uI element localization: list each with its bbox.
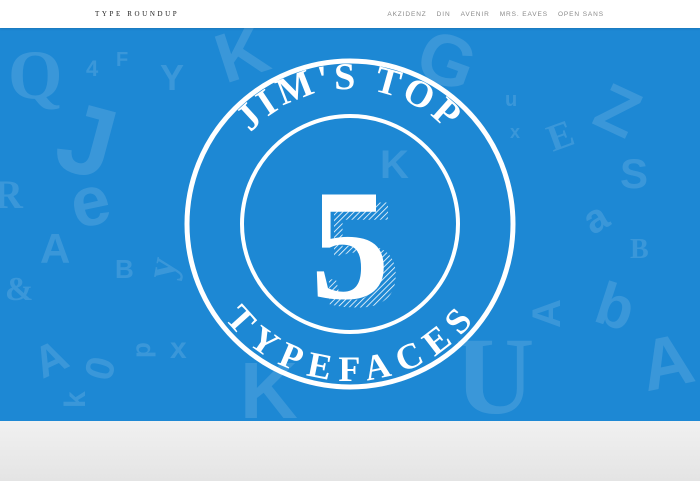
nav-link-avenir[interactable]: AVENIR xyxy=(461,11,490,18)
big-number-five: 5 xyxy=(311,158,390,333)
nav-link-open-sans[interactable]: OPEN SANS xyxy=(558,11,604,18)
badge-top-text: JIM'S TOP xyxy=(228,56,472,139)
top-nav-bar: TYPE ROUNDUP AKZIDENZ DIN AVENIR MRS. EA… xyxy=(0,0,700,28)
hero-banner: Q 4 F Y K G J R e A B & Z S E x u a B b … xyxy=(0,28,700,421)
nav-link-din[interactable]: DIN xyxy=(437,11,451,18)
top-five-badge: JIM'S TOP TYPEFACES 5 5 xyxy=(184,56,516,390)
nav-link-akzidenz[interactable]: AKZIDENZ xyxy=(387,11,426,18)
site-title[interactable]: TYPE ROUNDUP xyxy=(95,10,179,18)
nav-link-mrs-eaves[interactable]: MRS. EAVES xyxy=(500,11,548,18)
page-footer-area xyxy=(0,421,700,481)
main-nav: AKZIDENZ DIN AVENIR MRS. EAVES OPEN SANS xyxy=(387,11,604,18)
